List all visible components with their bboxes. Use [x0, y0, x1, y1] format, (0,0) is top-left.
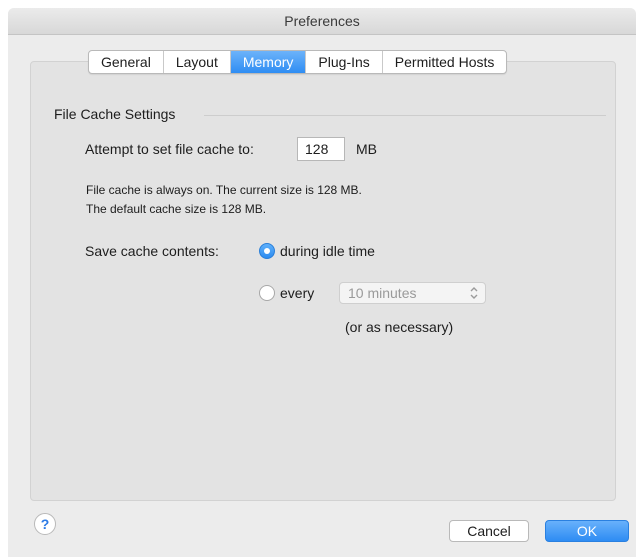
save-interval-select[interactable]: 10 minutes — [339, 282, 486, 304]
option-every-label[interactable]: every — [280, 285, 314, 301]
tab-bar: General Layout Memory Plug-Ins Permitted… — [88, 50, 508, 74]
tab-memory[interactable]: Memory — [230, 51, 307, 73]
radio-unselected-icon[interactable] — [259, 285, 275, 301]
memory-panel — [30, 61, 616, 501]
cache-size-unit: MB — [356, 141, 377, 157]
question-icon[interactable]: ? — [34, 513, 56, 535]
save-cache-label: Save cache contents: — [85, 243, 219, 259]
tab-plug-ins[interactable]: Plug-Ins — [306, 51, 383, 73]
radio-selected-icon[interactable] — [259, 243, 275, 259]
chevron-up-down-icon — [470, 287, 478, 299]
preferences-window: Preferences General Layout Memory Plug-I… — [8, 8, 636, 557]
cache-info-line-1: File cache is always on. The current siz… — [86, 183, 362, 197]
cache-size-label: Attempt to set file cache to: — [85, 141, 254, 157]
save-interval-note: (or as necessary) — [345, 319, 454, 335]
section-divider — [204, 115, 606, 116]
tab-permitted-hosts[interactable]: Permitted Hosts — [383, 51, 507, 73]
tab-general[interactable]: General — [89, 51, 164, 73]
section-title: File Cache Settings — [54, 106, 176, 122]
cancel-button[interactable]: Cancel — [449, 520, 529, 542]
cache-size-input[interactable] — [297, 137, 345, 161]
ok-button[interactable]: OK — [545, 520, 629, 542]
save-interval-value: 10 minutes — [348, 285, 417, 301]
cache-info-line-2: The default cache size is 128 MB. — [86, 202, 267, 216]
tab-layout[interactable]: Layout — [164, 51, 231, 73]
option-idle-time-label[interactable]: during idle time — [280, 243, 375, 259]
window-title: Preferences — [8, 8, 636, 35]
